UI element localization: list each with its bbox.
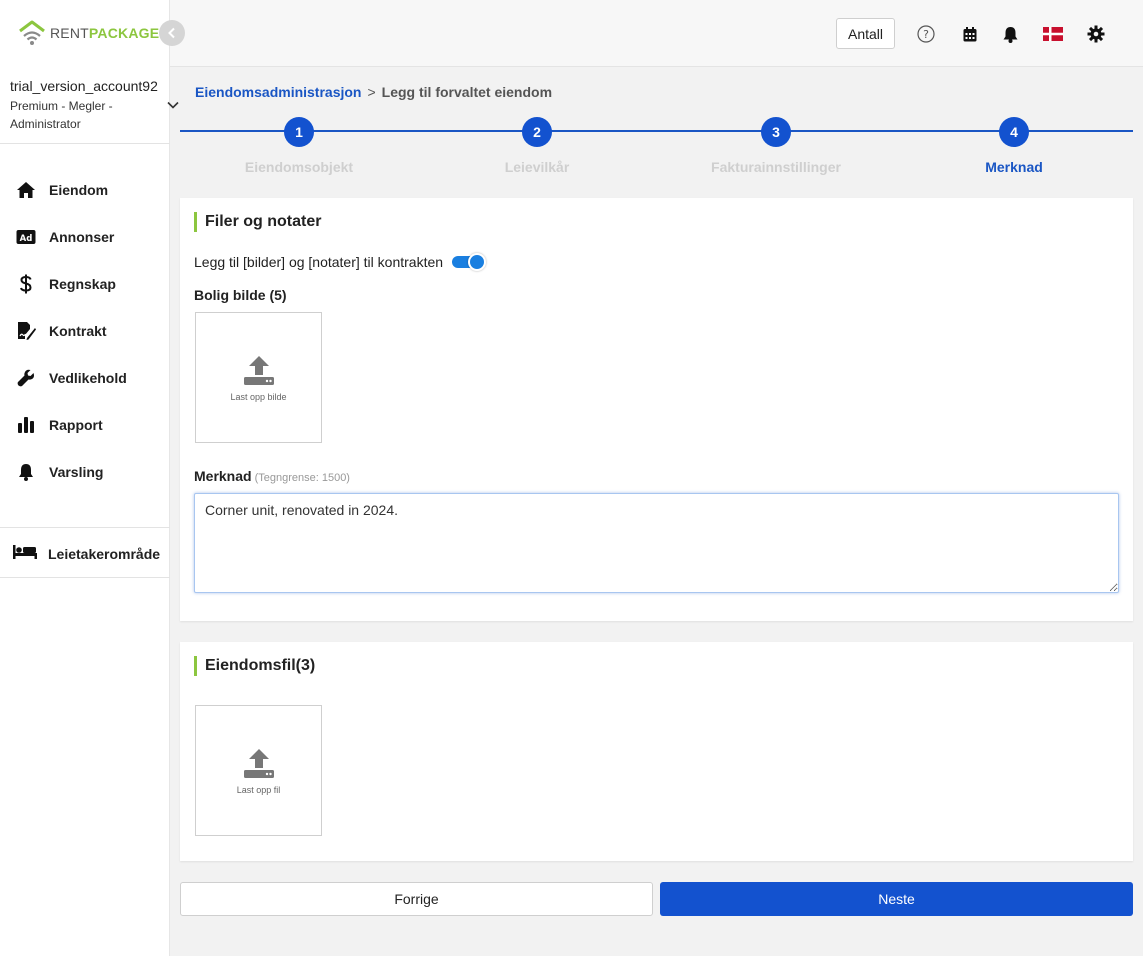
card-title: Filer og notater [194, 212, 321, 232]
sidebar-item-eiendom[interactable]: Eiendom [0, 166, 170, 213]
property-files-card: Eiendomsfil(3) Last opp fil [180, 642, 1133, 861]
dollar-icon [15, 273, 37, 295]
step-label: Eiendomsobjekt [244, 159, 354, 175]
sidebar-item-varsling[interactable]: Varsling [0, 448, 170, 495]
top-header: Antall ? [170, 0, 1143, 67]
sidebar-item-label: Regnskap [49, 275, 116, 292]
sidebar-item-label: Annonser [49, 228, 115, 245]
toggle-knob [468, 253, 487, 271]
sidebar-item-label: Kontrakt [49, 322, 107, 339]
step-number: 4 [999, 117, 1029, 147]
step-label: Leievilkår [504, 159, 570, 175]
account-info[interactable]: trial_version_account92 Premium - Megler… [10, 78, 162, 133]
step-3[interactable]: 3 Fakturainnstillinger [656, 117, 896, 175]
account-name: trial_version_account92 [10, 78, 158, 94]
note-char-limit-hint: (Tegngrense: 1500) [254, 472, 350, 484]
sidebar-nav: Eiendom Ad Annonser Regnskap Kontrakt Ve… [0, 166, 170, 495]
sidebar-item-kontrakt[interactable]: Kontrakt [0, 307, 170, 354]
step-number: 2 [522, 117, 552, 147]
upload-icon [243, 748, 274, 778]
note-textarea[interactable]: Corner unit, renovated in 2024. [194, 493, 1119, 593]
step-4[interactable]: 4 Merknad [894, 117, 1134, 175]
step-1[interactable]: 1 Eiendomsobjekt [179, 117, 419, 175]
sidebar-item-label: Eiendom [49, 181, 109, 198]
wifi-house-logo-icon [19, 20, 45, 45]
bar-chart-icon [15, 414, 37, 436]
upload-photo-text: Last opp bilde [230, 391, 287, 402]
sidebar-item-label: Vedlikehold [49, 369, 127, 386]
sidebar-item-tenant-area[interactable]: Leietakerområde [0, 531, 170, 577]
card-title: Eiendomsfil(3) [194, 656, 315, 676]
sidebar-divider [0, 143, 170, 144]
note-label: Merknad (Tegngrense: 1500) [194, 468, 350, 484]
step-number: 1 [284, 117, 314, 147]
danish-flag-icon[interactable] [1042, 24, 1064, 44]
upload-file-text: Last opp fil [236, 784, 281, 795]
svg-text:?: ? [923, 28, 929, 41]
sidebar-item-rapport[interactable]: Rapport [0, 401, 170, 448]
home-icon [15, 179, 37, 201]
previous-button[interactable]: Forrige [180, 882, 653, 916]
files-notes-card: Filer og notater Legg til [bilder] og [n… [180, 198, 1133, 621]
breadcrumb: Eiendomsadministrasjon > Legg til forvalte… [195, 84, 552, 100]
next-button[interactable]: Neste [660, 882, 1133, 916]
sidebar: RENTPACKAGE trial_version_account92 Prem… [0, 0, 179, 956]
attach-toggle-row: Legg til [bilder] og [notater] til kontr… [194, 253, 487, 271]
attach-toggle-switch[interactable] [452, 253, 487, 271]
wrench-icon [15, 367, 37, 389]
breadcrumb-separator: > [367, 84, 376, 100]
calendar-icon[interactable] [960, 24, 980, 44]
sidebar-item-label: Varsling [49, 463, 104, 480]
notification-bell-icon[interactable] [1000, 24, 1020, 44]
brand-name: RENTPACKAGE [50, 25, 160, 41]
bed-icon [13, 544, 37, 565]
photo-label: Bolig bilde (5) [194, 287, 287, 303]
sidebar-collapse-button[interactable] [159, 20, 185, 46]
sidebar-item-vedlikehold[interactable]: Vedlikehold [0, 354, 170, 401]
brand-logo[interactable]: RENTPACKAGE [18, 18, 159, 48]
step-label: Merknad [985, 159, 1043, 175]
antall-button[interactable]: Antall [836, 18, 895, 49]
ad-icon: Ad [15, 226, 37, 248]
svg-text:Ad: Ad [20, 234, 33, 244]
upload-icon [243, 355, 274, 385]
chevron-left-icon [168, 27, 175, 39]
contract-icon [15, 320, 37, 342]
breadcrumb-parent-link[interactable]: Eiendomsadministrasjon [195, 84, 361, 100]
gear-icon[interactable] [1086, 24, 1106, 44]
chevron-down-icon[interactable] [166, 98, 180, 112]
sidebar-item-label: Leietakerområde [48, 546, 161, 562]
sidebar-divider [0, 527, 170, 528]
step-2[interactable]: 2 Leievilkår [417, 117, 657, 175]
sidebar-item-label: Rapport [49, 416, 103, 433]
toggle-label: Legg til [bilder] og [notater] til kontr… [194, 254, 444, 270]
sidebar-divider [0, 577, 170, 578]
sidebar-item-regnskap[interactable]: Regnskap [0, 260, 170, 307]
step-number: 3 [761, 117, 791, 147]
help-icon[interactable]: ? [916, 24, 936, 44]
sidebar-item-annonser[interactable]: Ad Annonser [0, 213, 170, 260]
bell-icon [15, 461, 37, 483]
step-label: Fakturainnstillinger [711, 159, 841, 175]
photo-upload-box[interactable]: Last opp bilde [195, 312, 322, 443]
file-upload-box[interactable]: Last opp fil [195, 705, 322, 836]
account-role: Premium - Megler - Administrator [10, 99, 113, 131]
breadcrumb-current: Legg til forvaltet eiendom [381, 84, 553, 100]
